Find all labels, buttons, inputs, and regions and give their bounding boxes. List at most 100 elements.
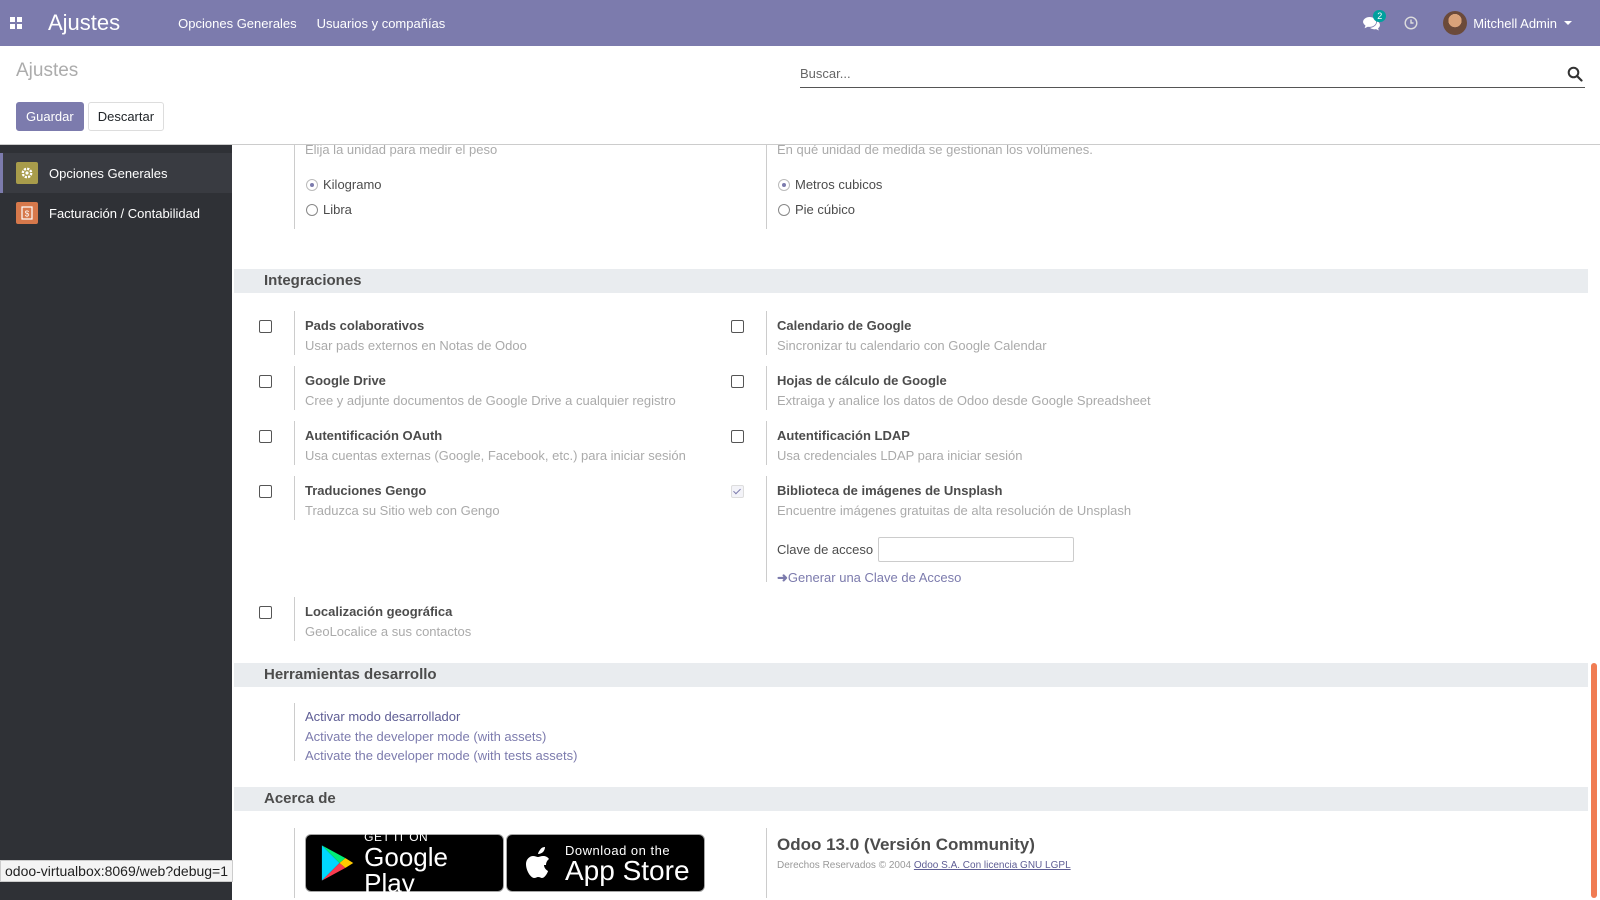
copyright-line: Derechos Reservados © 2004 Odoo S.A. Con… bbox=[777, 860, 1071, 871]
search-icon[interactable] bbox=[1567, 66, 1583, 82]
radio-label-metros-cubicos: Metros cubicos bbox=[795, 177, 883, 192]
developer-mode-tests-assets-link[interactable]: Activate the developer mode (with tests … bbox=[305, 748, 577, 763]
section-header-integraciones: Integraciones bbox=[234, 269, 1588, 293]
app-title[interactable]: Ajustes bbox=[48, 10, 120, 36]
checkbox-google-spreadsheet[interactable] bbox=[731, 375, 744, 388]
status-bar-url: odoo-virtualbox:8069/web?debug=1 bbox=[0, 860, 234, 882]
divider bbox=[294, 421, 295, 465]
invoice-icon: $ bbox=[16, 202, 38, 224]
setting-description: Traduzca su Sitio web con Gengo bbox=[305, 503, 500, 518]
divider bbox=[294, 476, 295, 520]
search-bar bbox=[800, 60, 1585, 88]
divider bbox=[766, 421, 767, 465]
checkbox-ldap[interactable] bbox=[731, 430, 744, 443]
radio-kilogramo[interactable] bbox=[306, 179, 318, 191]
license-link[interactable]: Odoo S.A. Con licencia GNU LGPL bbox=[914, 860, 1071, 871]
setting-description: Extraiga y analice los datos de Odoo des… bbox=[777, 393, 1151, 408]
top-navbar: Ajustes Opciones Generales Usuarios y co… bbox=[0, 0, 1600, 46]
section-header-acerca-de: Acerca de bbox=[234, 787, 1588, 811]
divider bbox=[294, 311, 295, 355]
sidebar-item-opciones-generales[interactable]: Opciones Generales bbox=[0, 153, 232, 193]
section-header-herramientas: Herramientas desarrollo bbox=[234, 663, 1588, 687]
divider bbox=[766, 366, 767, 410]
weight-unit-description: Elija la unidad para medir el peso bbox=[305, 145, 498, 157]
google-play-icon bbox=[321, 845, 354, 881]
chat-count-badge: 2 bbox=[1373, 9, 1387, 22]
setting-description: Usar pads externos en Notas de Odoo bbox=[305, 338, 527, 353]
divider bbox=[766, 145, 767, 229]
chevron-down-icon bbox=[1564, 21, 1572, 25]
arrow-right-icon: ➜ bbox=[777, 570, 788, 585]
setting-title: Autentificación LDAP bbox=[777, 428, 910, 443]
scrollbar-thumb[interactable] bbox=[1591, 663, 1597, 898]
radio-libra[interactable] bbox=[306, 204, 318, 216]
setting-title: Biblioteca de imágenes de Unsplash bbox=[777, 483, 1003, 498]
access-key-input[interactable] bbox=[878, 537, 1074, 562]
checkbox-pads-colaborativos[interactable] bbox=[259, 320, 272, 333]
checkbox-gengo[interactable] bbox=[259, 485, 272, 498]
radio-label-pie-cubico: Pie cúbico bbox=[795, 202, 855, 217]
divider bbox=[294, 828, 295, 898]
copyright-text: Derechos Reservados © 2004 bbox=[777, 860, 912, 871]
generate-access-key-link[interactable]: ➜Generar una Clave de Acceso bbox=[777, 570, 961, 586]
setting-description: Cree y adjunte documentos de Google Driv… bbox=[305, 393, 676, 408]
setting-description: Sincronizar tu calendario con Google Cal… bbox=[777, 338, 1047, 353]
setting-title: Traduciones Gengo bbox=[305, 483, 427, 498]
avatar bbox=[1443, 11, 1468, 35]
menu-opciones-generales[interactable]: Opciones Generales bbox=[178, 16, 297, 31]
sidebar-item-label: Facturación / Contabilidad bbox=[49, 205, 201, 221]
discard-button[interactable]: Descartar bbox=[87, 102, 165, 131]
divider bbox=[294, 597, 295, 641]
gear-icon bbox=[16, 162, 38, 184]
search-input[interactable] bbox=[800, 66, 1567, 81]
setting-title: Google Drive bbox=[305, 373, 386, 388]
menu-usuarios-companias[interactable]: Usuarios y compañías bbox=[317, 16, 446, 31]
divider bbox=[294, 703, 295, 761]
odoo-version: Odoo 13.0 (Versión Community) bbox=[777, 835, 1035, 854]
settings-sidebar: Opciones Generales $ Facturación / Conta… bbox=[0, 145, 232, 900]
chat-icon[interactable]: 2 bbox=[1351, 9, 1391, 31]
user-name: Mitchell Admin bbox=[1473, 15, 1557, 31]
activity-clock-icon[interactable] bbox=[1391, 16, 1431, 30]
setting-title: Localización geográfica bbox=[305, 604, 453, 619]
setting-description: Usa credenciales LDAP para iniciar sesió… bbox=[777, 448, 1023, 463]
radio-label-kilogramo: Kilogramo bbox=[323, 177, 382, 192]
access-key-label: Clave de acceso bbox=[777, 542, 874, 557]
page-title: Ajustes bbox=[16, 60, 79, 81]
control-panel: Ajustes Guardar Descartar bbox=[0, 46, 1600, 145]
svg-text:$: $ bbox=[25, 210, 30, 219]
divider bbox=[766, 311, 767, 355]
volume-unit-description: En qué unidad de medida se gestionan los… bbox=[777, 145, 1093, 157]
setting-description: Encuentre imágenes gratuitas de alta res… bbox=[777, 503, 1132, 518]
user-menu[interactable]: Mitchell Admin bbox=[1443, 11, 1572, 35]
checkbox-unsplash[interactable] bbox=[731, 485, 744, 498]
developer-mode-assets-link[interactable]: Activate the developer mode (with assets… bbox=[305, 729, 546, 744]
google-play-big-text: Google Play bbox=[364, 842, 448, 898]
google-play-button[interactable]: GET IT ON Google Play bbox=[305, 830, 504, 896]
checkbox-google-calendar[interactable] bbox=[731, 320, 744, 333]
app-store-big-text: App Store bbox=[565, 854, 690, 886]
checkbox-oauth[interactable] bbox=[259, 430, 272, 443]
radio-pie-cubico[interactable] bbox=[778, 204, 790, 216]
apps-menu-icon[interactable] bbox=[0, 0, 32, 46]
setting-description: Usa cuentas externas (Google, Facebook, … bbox=[305, 448, 686, 463]
radio-label-libra: Libra bbox=[323, 202, 352, 217]
setting-title: Calendario de Google bbox=[777, 318, 912, 333]
setting-description: GeoLocalice a sus contactos bbox=[305, 624, 472, 639]
save-button[interactable]: Guardar bbox=[16, 102, 84, 131]
apple-icon bbox=[526, 847, 549, 878]
app-store-button[interactable]: Download on the App Store bbox=[506, 834, 705, 892]
setting-title: Pads colaborativos bbox=[305, 318, 425, 333]
radio-metros-cubicos[interactable] bbox=[778, 179, 790, 191]
activate-developer-mode-link[interactable]: Activar modo desarrollador bbox=[305, 709, 460, 724]
checkbox-google-drive[interactable] bbox=[259, 375, 272, 388]
divider bbox=[766, 476, 767, 582]
sidebar-item-facturacion[interactable]: $ Facturación / Contabilidad bbox=[0, 193, 232, 233]
setting-title: Hojas de cálculo de Google bbox=[777, 373, 947, 388]
setting-title: Autentificación OAuth bbox=[305, 428, 443, 443]
sidebar-item-label: Opciones Generales bbox=[49, 165, 168, 181]
divider bbox=[294, 366, 295, 410]
divider bbox=[766, 828, 767, 898]
settings-main: Elija la unidad para medir el peso Kilog… bbox=[232, 145, 1600, 900]
checkbox-geolocalizacion[interactable] bbox=[259, 606, 272, 619]
